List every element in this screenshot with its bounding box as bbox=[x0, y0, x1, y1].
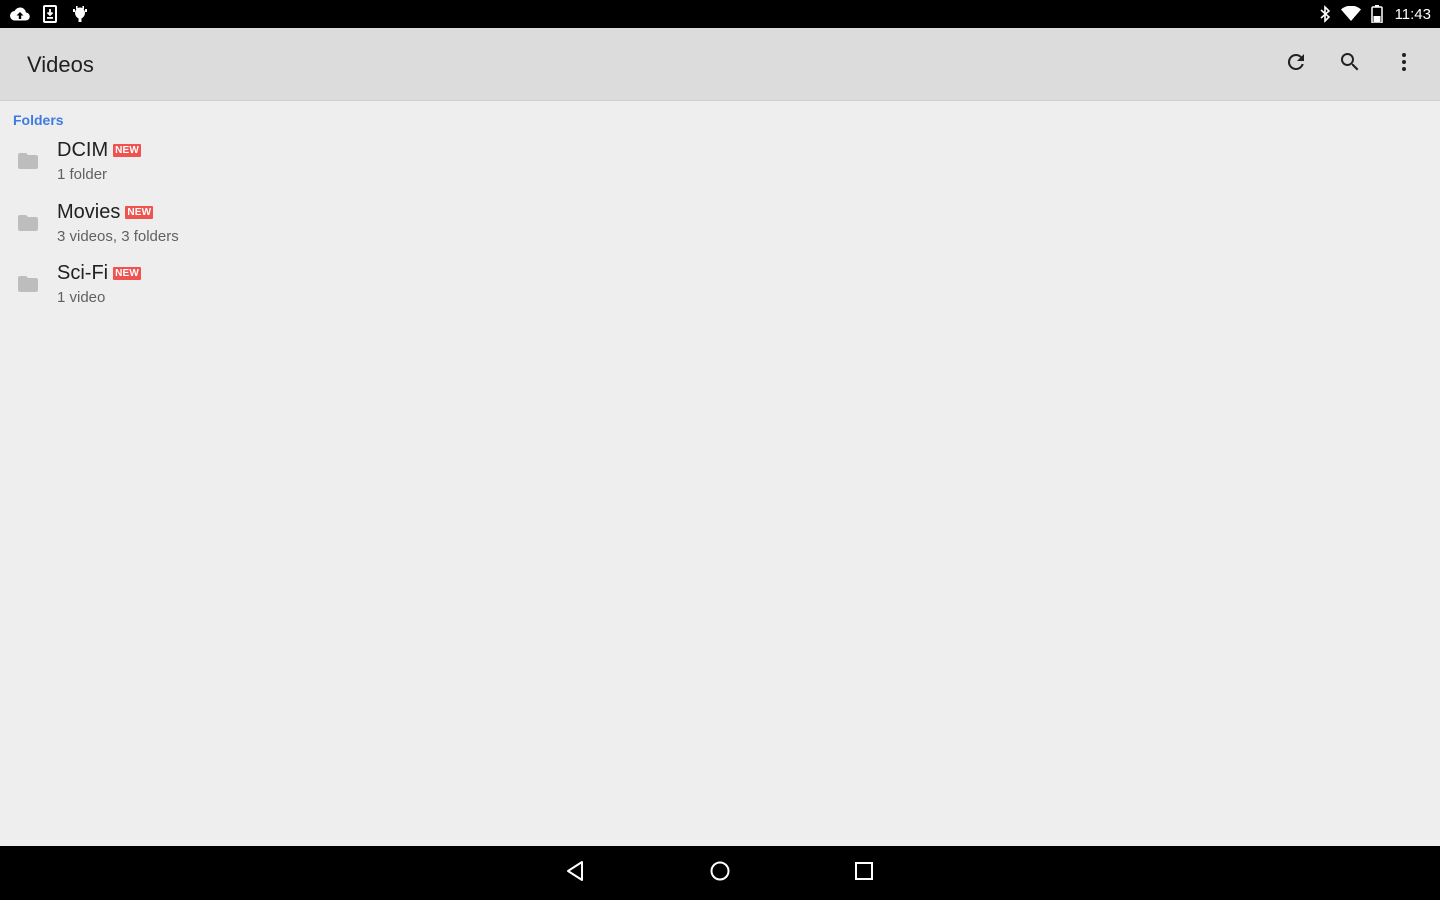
more-vert-icon bbox=[1392, 50, 1416, 79]
folder-name: Sci-Fi bbox=[57, 262, 109, 284]
folder-name: DCIM bbox=[57, 139, 109, 161]
folder-subtitle: 3 videos, 3 folders bbox=[57, 227, 179, 245]
back-button[interactable] bbox=[559, 856, 593, 890]
folder-item-dcim[interactable]: DCIM NEW 1 folder bbox=[0, 137, 1440, 199]
status-bar-system: 11:43 bbox=[1315, 4, 1431, 24]
refresh-icon bbox=[1284, 50, 1308, 79]
back-icon bbox=[565, 860, 587, 887]
folder-icon bbox=[16, 272, 40, 296]
home-icon bbox=[709, 860, 731, 887]
status-bar-notifications bbox=[10, 4, 90, 24]
status-time: 11:43 bbox=[1394, 5, 1431, 23]
folder-subtitle: 1 folder bbox=[57, 166, 108, 183]
app-bar-actions bbox=[1276, 44, 1424, 84]
folder-list: DCIM NEW 1 folder Movies NEW 3 videos, 3… bbox=[0, 137, 1440, 322]
search-button[interactable] bbox=[1330, 44, 1370, 84]
folder-title-line: Sci-Fi NEW bbox=[57, 262, 142, 285]
folder-item-movies[interactable]: Movies NEW 3 videos, 3 folders bbox=[0, 199, 1440, 261]
download-icon bbox=[40, 4, 60, 24]
folder-subtitle: 1 video bbox=[57, 289, 106, 306]
recents-icon bbox=[854, 861, 874, 886]
home-button[interactable] bbox=[703, 856, 737, 890]
cloud-upload-icon bbox=[10, 4, 30, 24]
section-header-folders: Folders bbox=[13, 112, 64, 128]
status-bar: 11:43 bbox=[0, 0, 1440, 28]
bluetooth-icon bbox=[1315, 4, 1335, 24]
folder-name: Movies bbox=[57, 200, 121, 223]
folder-title-line: DCIM NEW bbox=[57, 139, 142, 162]
search-icon bbox=[1338, 50, 1362, 79]
android-debug-icon bbox=[70, 4, 90, 24]
new-badge: NEW bbox=[125, 205, 154, 219]
wifi-icon bbox=[1340, 4, 1361, 24]
folder-title-line: Movies NEW bbox=[57, 200, 154, 224]
page-title: Videos bbox=[27, 52, 94, 77]
recents-button[interactable] bbox=[847, 856, 881, 890]
new-badge: NEW bbox=[113, 267, 142, 280]
folder-item-sci-fi[interactable]: Sci-Fi NEW 1 video bbox=[0, 260, 1440, 322]
folder-icon bbox=[16, 149, 40, 173]
app-bar: Videos bbox=[0, 28, 1440, 101]
battery-icon bbox=[1367, 4, 1387, 24]
refresh-button[interactable] bbox=[1276, 44, 1316, 84]
overflow-menu-button[interactable] bbox=[1384, 44, 1424, 84]
new-badge: NEW bbox=[113, 144, 142, 157]
navigation-bar bbox=[0, 846, 1440, 900]
content-area: Folders DCIM NEW 1 folder Movies NEW 3 v… bbox=[0, 101, 1440, 846]
folder-icon bbox=[16, 211, 40, 235]
